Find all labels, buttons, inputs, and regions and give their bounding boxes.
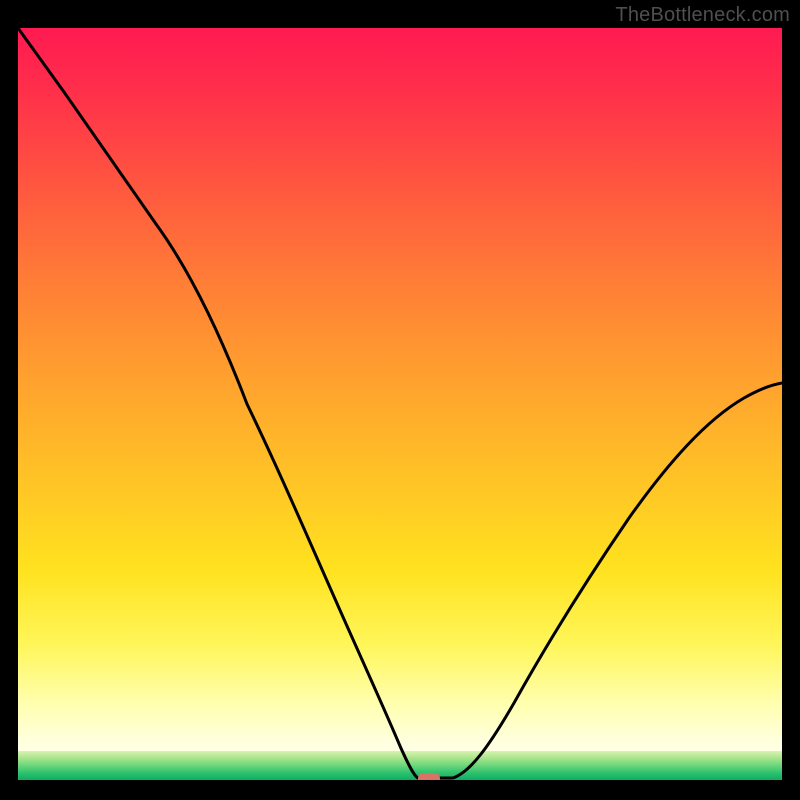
chart-root: TheBottleneck.com <box>0 0 800 800</box>
watermark-text: TheBottleneck.com <box>615 4 790 27</box>
minimum-marker <box>418 773 440 780</box>
plot-area <box>18 28 782 780</box>
chart-overlay-svg <box>18 28 782 780</box>
bottleneck-curve <box>18 28 782 778</box>
green-band <box>18 751 782 780</box>
